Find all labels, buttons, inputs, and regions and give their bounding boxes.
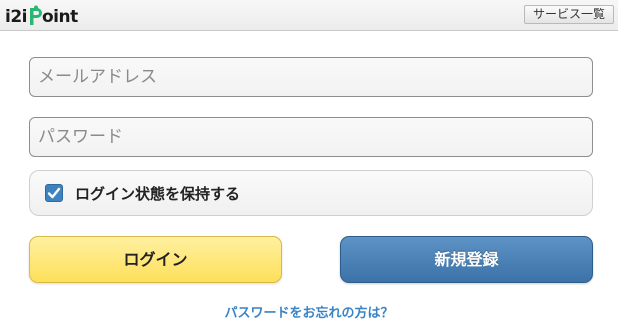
- logo-text-i2i: i2i: [5, 7, 27, 27]
- login-button[interactable]: ログイン: [29, 236, 282, 283]
- email-field[interactable]: [29, 57, 593, 97]
- remember-login-row[interactable]: ログイン状態を保持する: [29, 170, 593, 216]
- signup-button[interactable]: 新規登録: [340, 236, 593, 283]
- forgot-password-link[interactable]: パスワードをお忘れの方は？: [0, 302, 618, 321]
- checkmark-icon: [47, 187, 61, 199]
- logo-text-oint: oint: [41, 7, 78, 27]
- header-bar: i2i oint サービス一覧: [0, 0, 618, 31]
- i2i-point-logo[interactable]: i2i oint: [5, 3, 78, 27]
- remember-checkbox[interactable]: [45, 184, 63, 202]
- password-field[interactable]: [29, 117, 593, 157]
- remember-label: ログイン状態を保持する: [75, 184, 241, 203]
- logo-p-icon: [28, 5, 44, 27]
- service-list-button[interactable]: サービス一覧: [524, 5, 614, 24]
